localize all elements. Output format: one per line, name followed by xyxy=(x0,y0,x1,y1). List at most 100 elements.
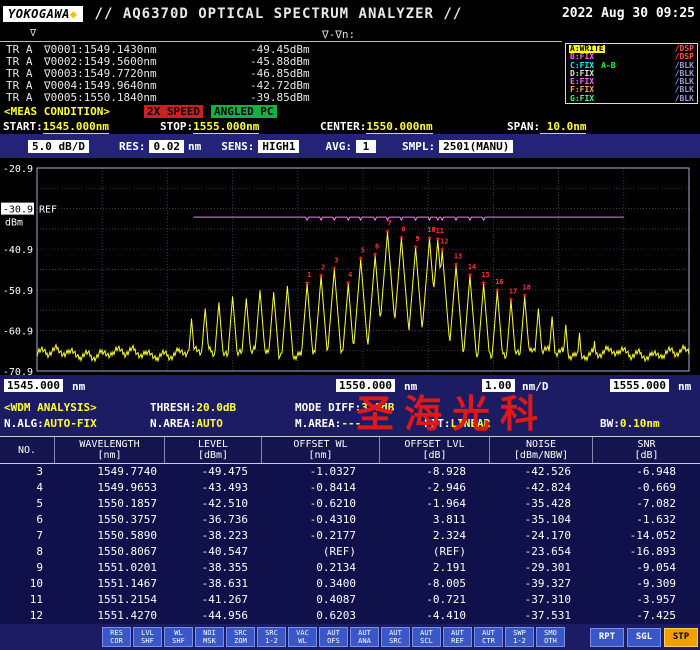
wdm-table-row: 31549.7740-49.475-1.0327-8.928-42.526-6.… xyxy=(0,464,700,480)
cell: -0.8414 xyxy=(262,480,380,496)
bw-field: BW:0.10nm xyxy=(600,417,660,430)
softkey-aut-src[interactable]: AUTSRC xyxy=(381,627,410,647)
cell: 3 xyxy=(0,464,55,480)
wdm-title: <WDM ANALYSIS> xyxy=(4,401,97,414)
column-header: WAVELENGTH[nm] xyxy=(55,437,165,463)
softkey-aut-ctr[interactable]: AUTCTR xyxy=(474,627,503,647)
column-header: NOISE[dBm/NBW] xyxy=(490,437,593,463)
peak-marker-star: ★ xyxy=(304,278,310,288)
x-axis-row: 1545.000 nm 1550.000 nm 1.00 nm/D 1555.0… xyxy=(0,375,700,400)
softkey-res-cor[interactable]: RESCOR xyxy=(102,627,131,647)
cell: -36.736 xyxy=(165,512,262,528)
peak-marker-star: ★ xyxy=(332,263,338,273)
marker-list: TR A∇0001:1549.1430nm-49.45dBmTR A∇0002:… xyxy=(6,44,566,104)
cell: -0.669 xyxy=(593,480,700,496)
peak-marker-number: 6 xyxy=(375,243,379,251)
column-header: SNR[dB] xyxy=(593,437,700,463)
x-center-value: 1550.000 xyxy=(336,379,395,392)
smpl-field[interactable]: 2501(MANU) xyxy=(439,140,513,153)
cell: -38.355 xyxy=(165,560,262,576)
cell: -9.309 xyxy=(593,576,700,592)
peak-marker-number: 15 xyxy=(481,271,489,279)
cell: -23.654 xyxy=(490,544,593,560)
sweep-range-row: START:1545.000nm STOP:1555.000nm CENTER:… xyxy=(0,119,700,134)
res-field[interactable]: 0.02 xyxy=(149,140,184,153)
cell: -39.327 xyxy=(490,576,593,592)
cell: -49.475 xyxy=(165,464,262,480)
svg-text:-70.9: -70.9 xyxy=(3,367,33,375)
cell: 5 xyxy=(0,496,55,512)
cell: -4.410 xyxy=(380,608,490,624)
softkey-aut-ofs[interactable]: AUTOFS xyxy=(319,627,348,647)
cell: -38.631 xyxy=(165,576,262,592)
trace-row: G:FIX/BLK xyxy=(569,95,694,103)
cell: -1.632 xyxy=(593,512,700,528)
osa-screen: { "header": { "brand": "YOKOGAWA", "diam… xyxy=(0,0,700,650)
peak-marker-star: ★ xyxy=(399,232,405,242)
peak-marker-number: 18 xyxy=(522,284,530,292)
svg-text:REF: REF xyxy=(39,205,57,216)
peak-marker-number: 12 xyxy=(440,238,448,246)
cell: 8 xyxy=(0,544,55,560)
sens-field[interactable]: HIGH1 xyxy=(258,140,299,153)
softkey-wl-shf[interactable]: WLSHF xyxy=(164,627,193,647)
res-label: RES: xyxy=(119,140,146,153)
wdm-table-row: 71550.5890-38.223-0.21772.324-24.170-14.… xyxy=(0,528,700,544)
peak-marker-star: ★ xyxy=(427,233,433,243)
cell: 12 xyxy=(0,608,55,624)
cell: 1550.8067 xyxy=(55,544,165,560)
key-rpt[interactable]: RPT xyxy=(590,628,624,647)
softkey-lvl-shf[interactable]: LVLSHF xyxy=(133,627,162,647)
cell: -37.531 xyxy=(490,608,593,624)
cell: 0.6203 xyxy=(262,608,380,624)
peak-marker-star: ★ xyxy=(481,278,487,288)
key-stp[interactable]: STP xyxy=(664,628,698,647)
softkey-src-zom[interactable]: SRCZOM xyxy=(226,627,255,647)
x-left-value: 1545.000 xyxy=(4,379,63,392)
softkey-aut-scl[interactable]: AUTSCL xyxy=(412,627,441,647)
softkey-src-1-2[interactable]: SRC1-2 xyxy=(257,627,286,647)
peak-marker-number: 13 xyxy=(454,253,462,261)
cell: 10 xyxy=(0,576,55,592)
softkey-swp-1-2[interactable]: SWP1-2 xyxy=(505,627,534,647)
peak-marker-star: ★ xyxy=(358,254,364,264)
peak-marker-number: 16 xyxy=(495,278,503,286)
softkey-bar-wrap: RESCORLVLSHFWLSHFNOIMSKSRCZOMSRC1-2VACWL… xyxy=(0,624,700,650)
column-header: OFFSET LVL[dB] xyxy=(380,437,490,463)
x-right-value: 1555.000 xyxy=(610,379,669,392)
level-scale-field[interactable]: 5.0 dB/D xyxy=(28,140,89,153)
softkey-aut-ref[interactable]: AUTREF xyxy=(443,627,472,647)
divider xyxy=(0,41,562,42)
cell: 7 xyxy=(0,528,55,544)
peak-marker-star: ★ xyxy=(453,260,459,270)
key-sgl[interactable]: SGL xyxy=(627,628,661,647)
speed-badge: 2X SPEED xyxy=(144,105,203,118)
peak-marker-number: 4 xyxy=(348,271,352,279)
run-keys: RPTSGLSTP xyxy=(587,628,700,647)
cell: -14.052 xyxy=(593,528,700,544)
cell: -0.6210 xyxy=(262,496,380,512)
cell: 11 xyxy=(0,592,55,608)
softkey-noi-msk[interactable]: NOIMSK xyxy=(195,627,224,647)
avg-field[interactable]: 1 xyxy=(356,140,376,153)
span-field: SPAN: 10.0nm xyxy=(507,120,586,133)
peak-marker-star: ★ xyxy=(413,242,419,252)
cell: -37.310 xyxy=(490,592,593,608)
stop-field: STOP:1555.000nm xyxy=(160,120,259,133)
cell: 1551.2154 xyxy=(55,592,165,608)
softkey-bar: RESCORLVLSHFWLSHFNOIMSKSRCZOMSRC1-2VACWL… xyxy=(100,627,565,647)
softkey-vac-wl[interactable]: VACWL xyxy=(288,627,317,647)
marker-row: TR A∇0005:1550.1840nm-39.85dBm xyxy=(6,92,566,104)
softkey-smo-oth[interactable]: SMOOTH xyxy=(536,627,565,647)
peak-marker-star: ★ xyxy=(372,250,378,260)
softkey-aut-ana[interactable]: AUTANA xyxy=(350,627,379,647)
center-field: CENTER:1550.000nm xyxy=(320,120,433,133)
cell: -0.2177 xyxy=(262,528,380,544)
marker-level: -39.85dBm xyxy=(250,92,310,104)
page-title: // AQ6370D OPTICAL SPECTRUM ANALYZER // xyxy=(95,6,463,22)
peak-marker-star: ★ xyxy=(440,245,446,255)
wdm-table-head: NO.WAVELENGTH[nm]LEVEL[dBm]OFFSET WL[nm]… xyxy=(0,436,700,464)
cell: 0.3400 xyxy=(262,576,380,592)
marker-trace-section: ∇ ∇-∇n: TR A∇0001:1549.1430nm-49.45dBmTR… xyxy=(0,27,700,104)
peak-marker-star: ★ xyxy=(346,278,352,288)
